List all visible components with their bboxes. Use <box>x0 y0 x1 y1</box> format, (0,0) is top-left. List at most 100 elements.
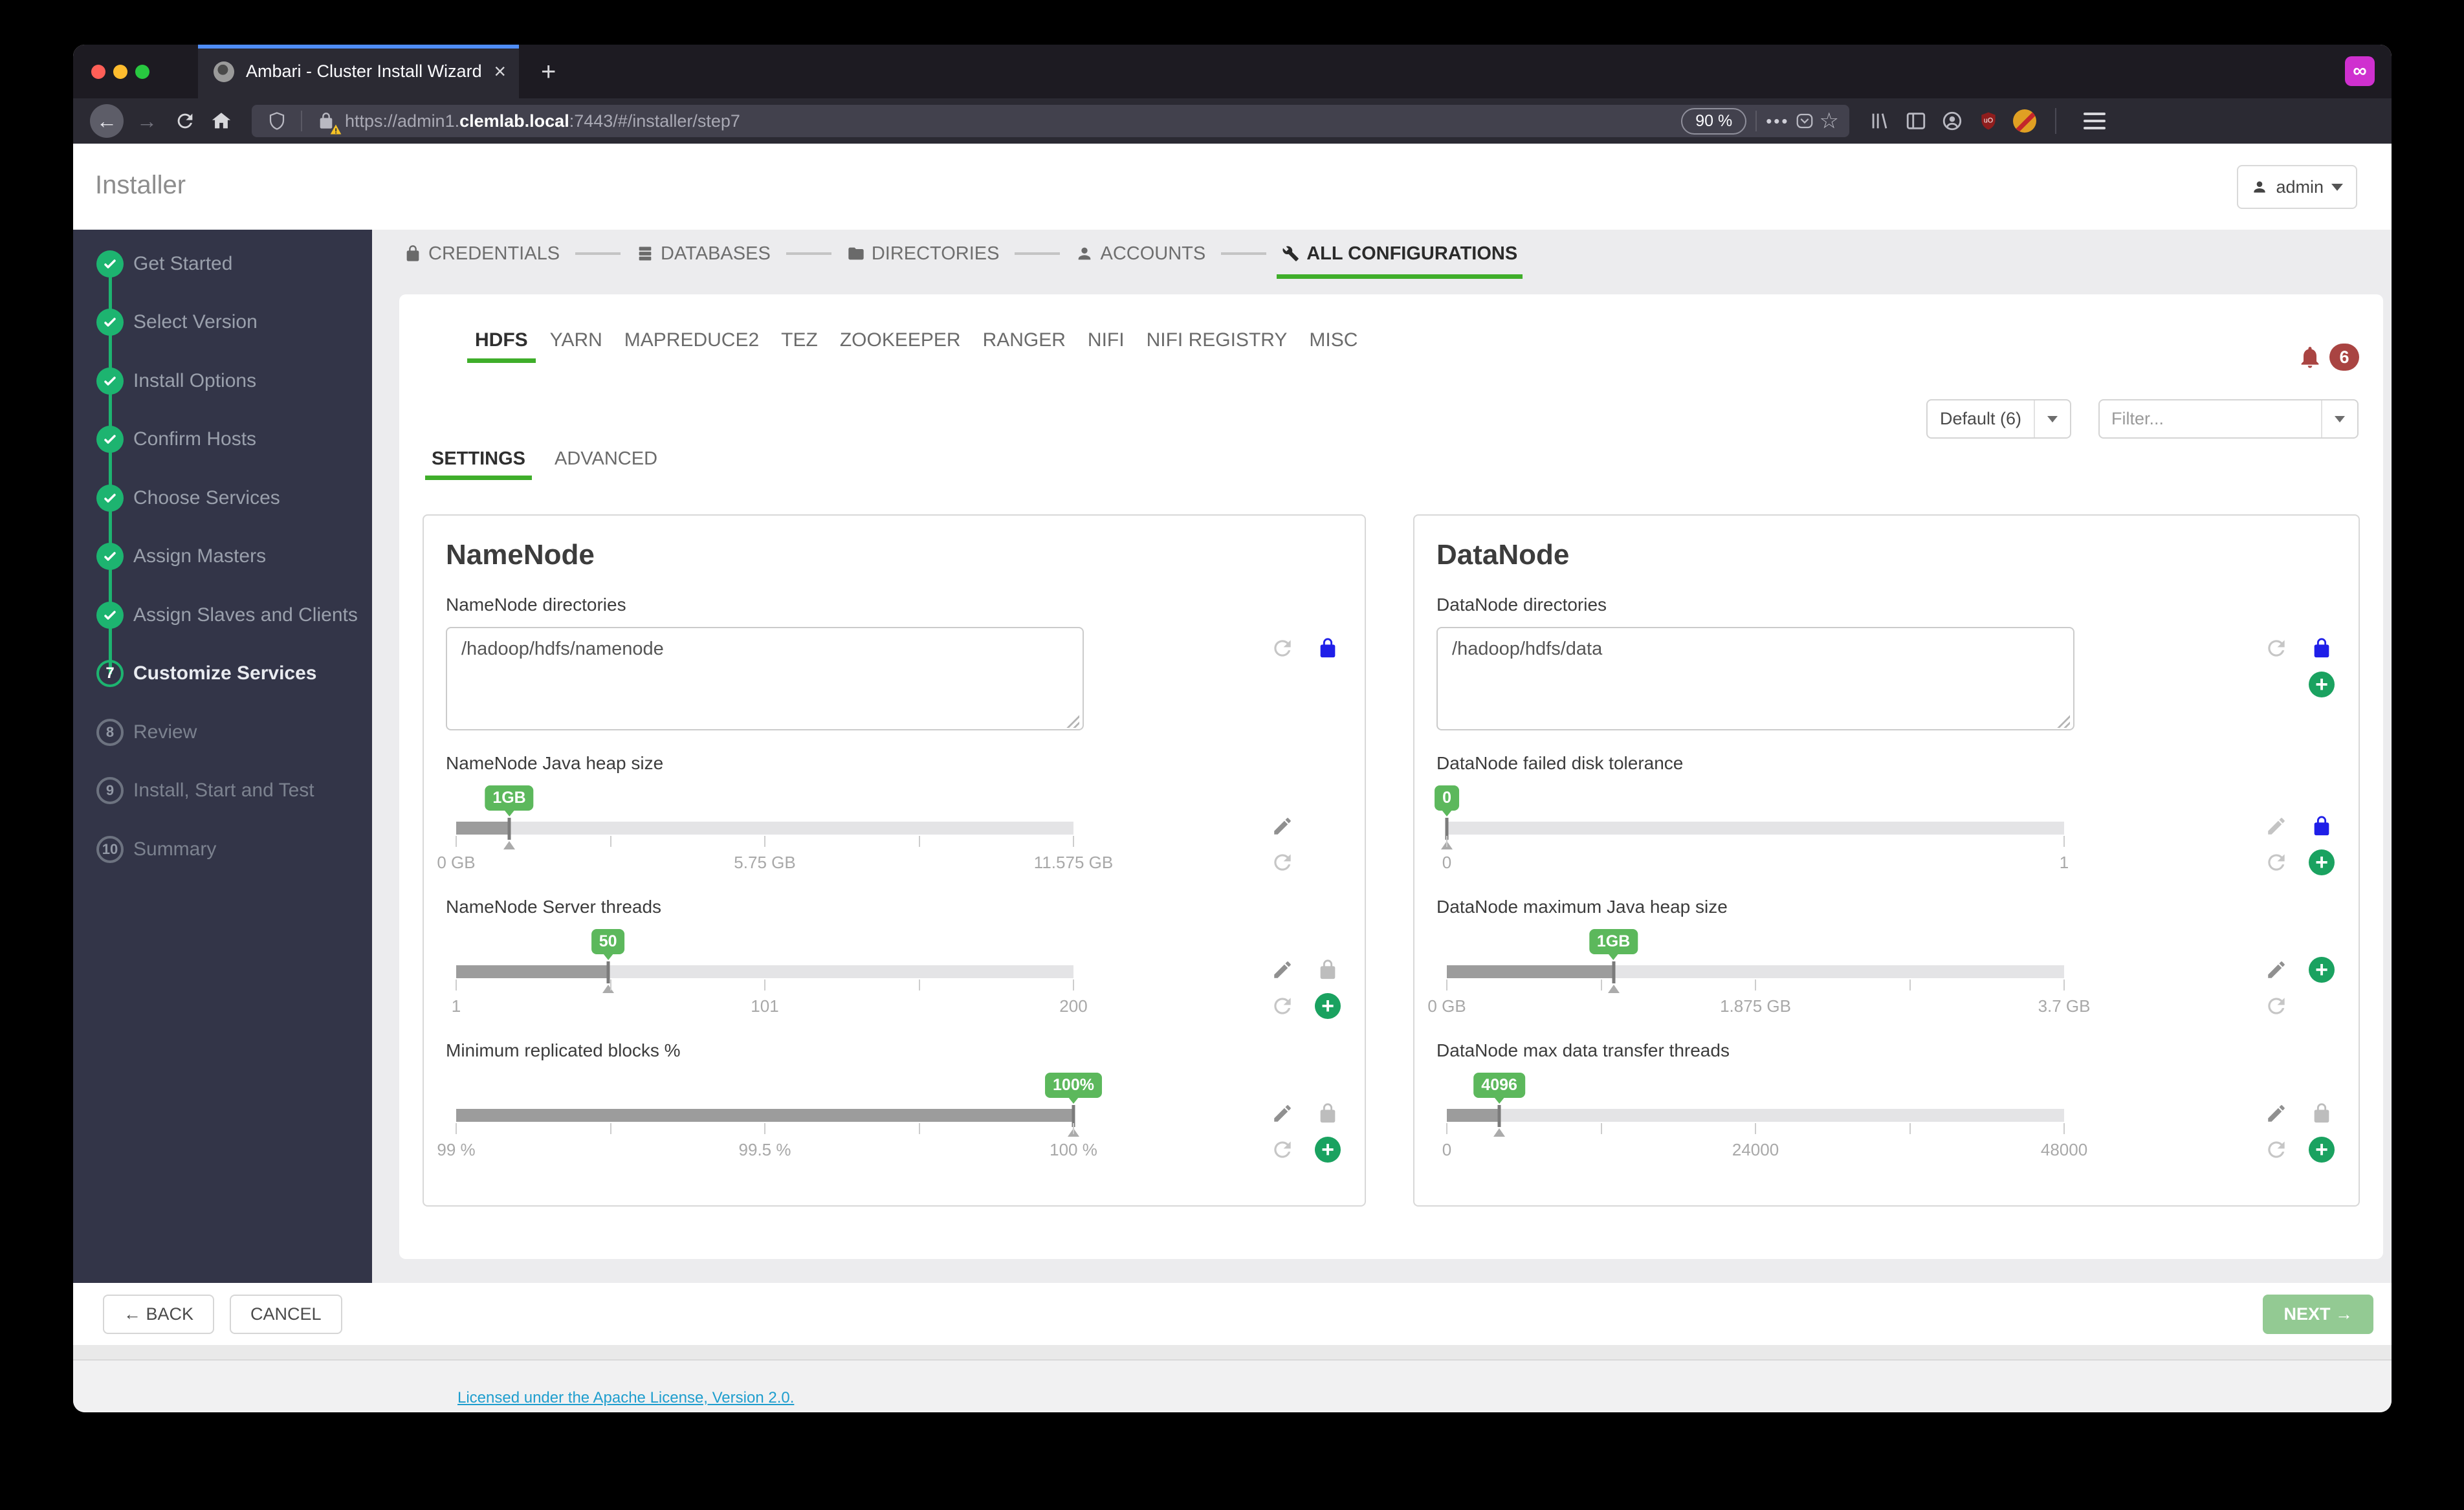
slider-thumb[interactable] <box>508 818 511 840</box>
replicated-blocks-slider[interactable]: 100% 99 % 99.5 % 100 % <box>456 1073 1073 1163</box>
nav-accounts[interactable]: ACCOUNTS <box>1075 243 1205 265</box>
tab-tez[interactable]: TEZ <box>781 329 818 351</box>
sidebar-step-choose-services[interactable]: Choose Services <box>73 485 372 512</box>
library-icon[interactable] <box>1865 106 1895 136</box>
tab-nifi[interactable]: NIFI <box>1088 329 1125 351</box>
nav-all-configurations[interactable]: ALL CONFIGURATIONS <box>1282 243 1517 265</box>
sidebar-step-customize-services[interactable]: 7 Customize Services <box>73 660 372 687</box>
tab-ranger[interactable]: RANGER <box>983 329 1066 351</box>
final-lock-icon[interactable] <box>1317 637 1339 659</box>
zoom-level-badge[interactable]: 90 % <box>1681 108 1746 135</box>
url-bar[interactable]: https://admin1.clemlab.local:7443/#/inst… <box>252 105 1849 137</box>
undo-icon[interactable] <box>1270 636 1295 661</box>
tab-nifi-registry[interactable]: NIFI REGISTRY <box>1147 329 1288 351</box>
filter-input[interactable] <box>2100 409 2321 429</box>
add-override-icon[interactable]: + <box>1315 1137 1341 1163</box>
tracking-shield-icon[interactable] <box>262 106 292 136</box>
add-override-icon[interactable]: + <box>2309 849 2335 875</box>
forward-button[interactable]: → <box>130 104 164 138</box>
back-button[interactable]: ← BACK <box>103 1295 214 1334</box>
slider-track[interactable] <box>1447 965 2064 978</box>
disk-tolerance-slider[interactable]: 0 0 1 <box>1447 785 2064 876</box>
undo-icon[interactable] <box>2264 1137 2289 1162</box>
new-tab-button[interactable]: + <box>541 59 556 85</box>
sidebar-step-get-started[interactable]: Get Started <box>73 250 372 278</box>
sidebar-step-assign-masters[interactable]: Assign Masters <box>73 543 372 570</box>
add-override-icon[interactable]: + <box>2309 1137 2335 1163</box>
tab-hdfs[interactable]: HDFS <box>475 329 528 351</box>
edit-icon[interactable] <box>1271 815 1293 837</box>
edit-icon[interactable] <box>1271 959 1293 981</box>
tab-zookeeper[interactable]: ZOOKEEPER <box>840 329 961 351</box>
user-menu-button[interactable]: admin <box>2237 165 2357 209</box>
pocket-icon[interactable] <box>1790 106 1820 136</box>
slider-track[interactable] <box>456 822 1073 835</box>
account-icon[interactable] <box>1937 106 1967 136</box>
page-actions-icon[interactable]: ••• <box>1766 111 1789 131</box>
close-window-button[interactable] <box>91 65 105 79</box>
edit-icon[interactable] <box>1271 1102 1293 1124</box>
minimize-window-button[interactable] <box>113 65 127 79</box>
final-lock-icon[interactable] <box>2311 815 2333 837</box>
slider-thumb[interactable] <box>606 961 610 983</box>
tab-settings[interactable]: SETTINGS <box>432 448 525 470</box>
maximize-window-button[interactable] <box>135 65 149 79</box>
final-lock-icon[interactable] <box>1317 959 1339 981</box>
undo-icon[interactable] <box>2264 850 2289 875</box>
slider-thumb[interactable] <box>1612 961 1615 983</box>
undo-icon[interactable] <box>1270 994 1295 1018</box>
add-override-icon[interactable]: + <box>2309 957 2335 983</box>
license-link[interactable]: Licensed under the Apache License, Versi… <box>457 1389 794 1407</box>
tab-mapreduce2[interactable]: MAPREDUCE2 <box>624 329 759 351</box>
sidebar-toggle-icon[interactable] <box>1901 106 1931 136</box>
filter-caret[interactable] <box>2321 400 2357 437</box>
insecure-lock-icon[interactable] <box>311 106 341 136</box>
add-directory-icon[interactable]: + <box>2309 672 2335 697</box>
undo-icon[interactable] <box>2264 994 2289 1018</box>
undo-icon[interactable] <box>1270 850 1295 875</box>
final-lock-icon[interactable] <box>2311 1102 2333 1124</box>
sidebar-step-install-options[interactable]: Install Options <box>73 367 372 395</box>
home-button[interactable] <box>206 106 236 136</box>
noscript-extension-icon[interactable] <box>2010 106 2040 136</box>
transfer-threads-slider[interactable]: 4096 0 24000 48000 <box>1447 1073 2064 1163</box>
undo-icon[interactable] <box>2264 636 2289 661</box>
slider-track[interactable] <box>456 965 1073 978</box>
close-tab-icon[interactable]: × <box>494 60 506 83</box>
datanode-directories-textarea[interactable]: /hadoop/hdfs/data <box>1436 627 2074 730</box>
namenode-directories-textarea[interactable]: /hadoop/hdfs/namenode <box>446 627 1084 730</box>
edit-icon[interactable] <box>2265 1102 2287 1124</box>
final-lock-icon[interactable] <box>2311 637 2333 659</box>
datanode-heap-slider[interactable]: 1GB 0 GB 1.875 GB 3.7 GB <box>1447 929 2064 1020</box>
container-extension-icon[interactable]: ∞ <box>2345 56 2375 86</box>
edit-icon[interactable] <box>2265 959 2287 981</box>
add-override-icon[interactable]: + <box>1315 993 1341 1019</box>
nav-directories[interactable]: DIRECTORIES <box>847 243 1000 265</box>
filter-combobox[interactable] <box>2098 399 2359 439</box>
next-button[interactable]: NEXT → <box>2263 1295 2373 1334</box>
server-threads-slider[interactable]: 50 1 101 200 <box>456 929 1073 1020</box>
slider-track[interactable] <box>1447 822 2064 835</box>
bookmark-star-icon[interactable]: ☆ <box>1820 108 1839 134</box>
slider-track[interactable] <box>1447 1109 2064 1122</box>
ublock-extension-icon[interactable]: uO <box>1974 106 2003 136</box>
tab-misc[interactable]: MISC <box>1309 329 1358 351</box>
heap-size-slider[interactable]: 1GB 0 GB 5.75 GB 11.575 GB <box>456 785 1073 876</box>
slider-track[interactable] <box>456 1109 1073 1122</box>
slider-thumb[interactable] <box>1498 1105 1501 1127</box>
final-lock-icon[interactable] <box>1317 1102 1339 1124</box>
sidebar-step-select-version[interactable]: Select Version <box>73 309 372 336</box>
nav-credentials[interactable]: CREDENTIALS <box>404 243 560 265</box>
undo-icon[interactable] <box>1270 1137 1295 1162</box>
nav-databases[interactable]: DATABASES <box>636 243 771 265</box>
hamburger-menu-icon[interactable] <box>2084 113 2106 129</box>
cancel-button[interactable]: CANCEL <box>230 1295 342 1334</box>
reload-button[interactable] <box>170 106 200 136</box>
config-group-select[interactable]: Default (6) <box>1926 399 2071 439</box>
sidebar-step-confirm-hosts[interactable]: Confirm Hosts <box>73 426 372 453</box>
sidebar-step-assign-slaves[interactable]: Assign Slaves and Clients <box>73 602 372 629</box>
tab-yarn[interactable]: YARN <box>550 329 602 351</box>
tab-advanced[interactable]: ADVANCED <box>555 448 657 470</box>
browser-tab[interactable]: Ambari - Cluster Install Wizard × <box>198 45 519 98</box>
back-button[interactable]: ← <box>90 104 124 138</box>
